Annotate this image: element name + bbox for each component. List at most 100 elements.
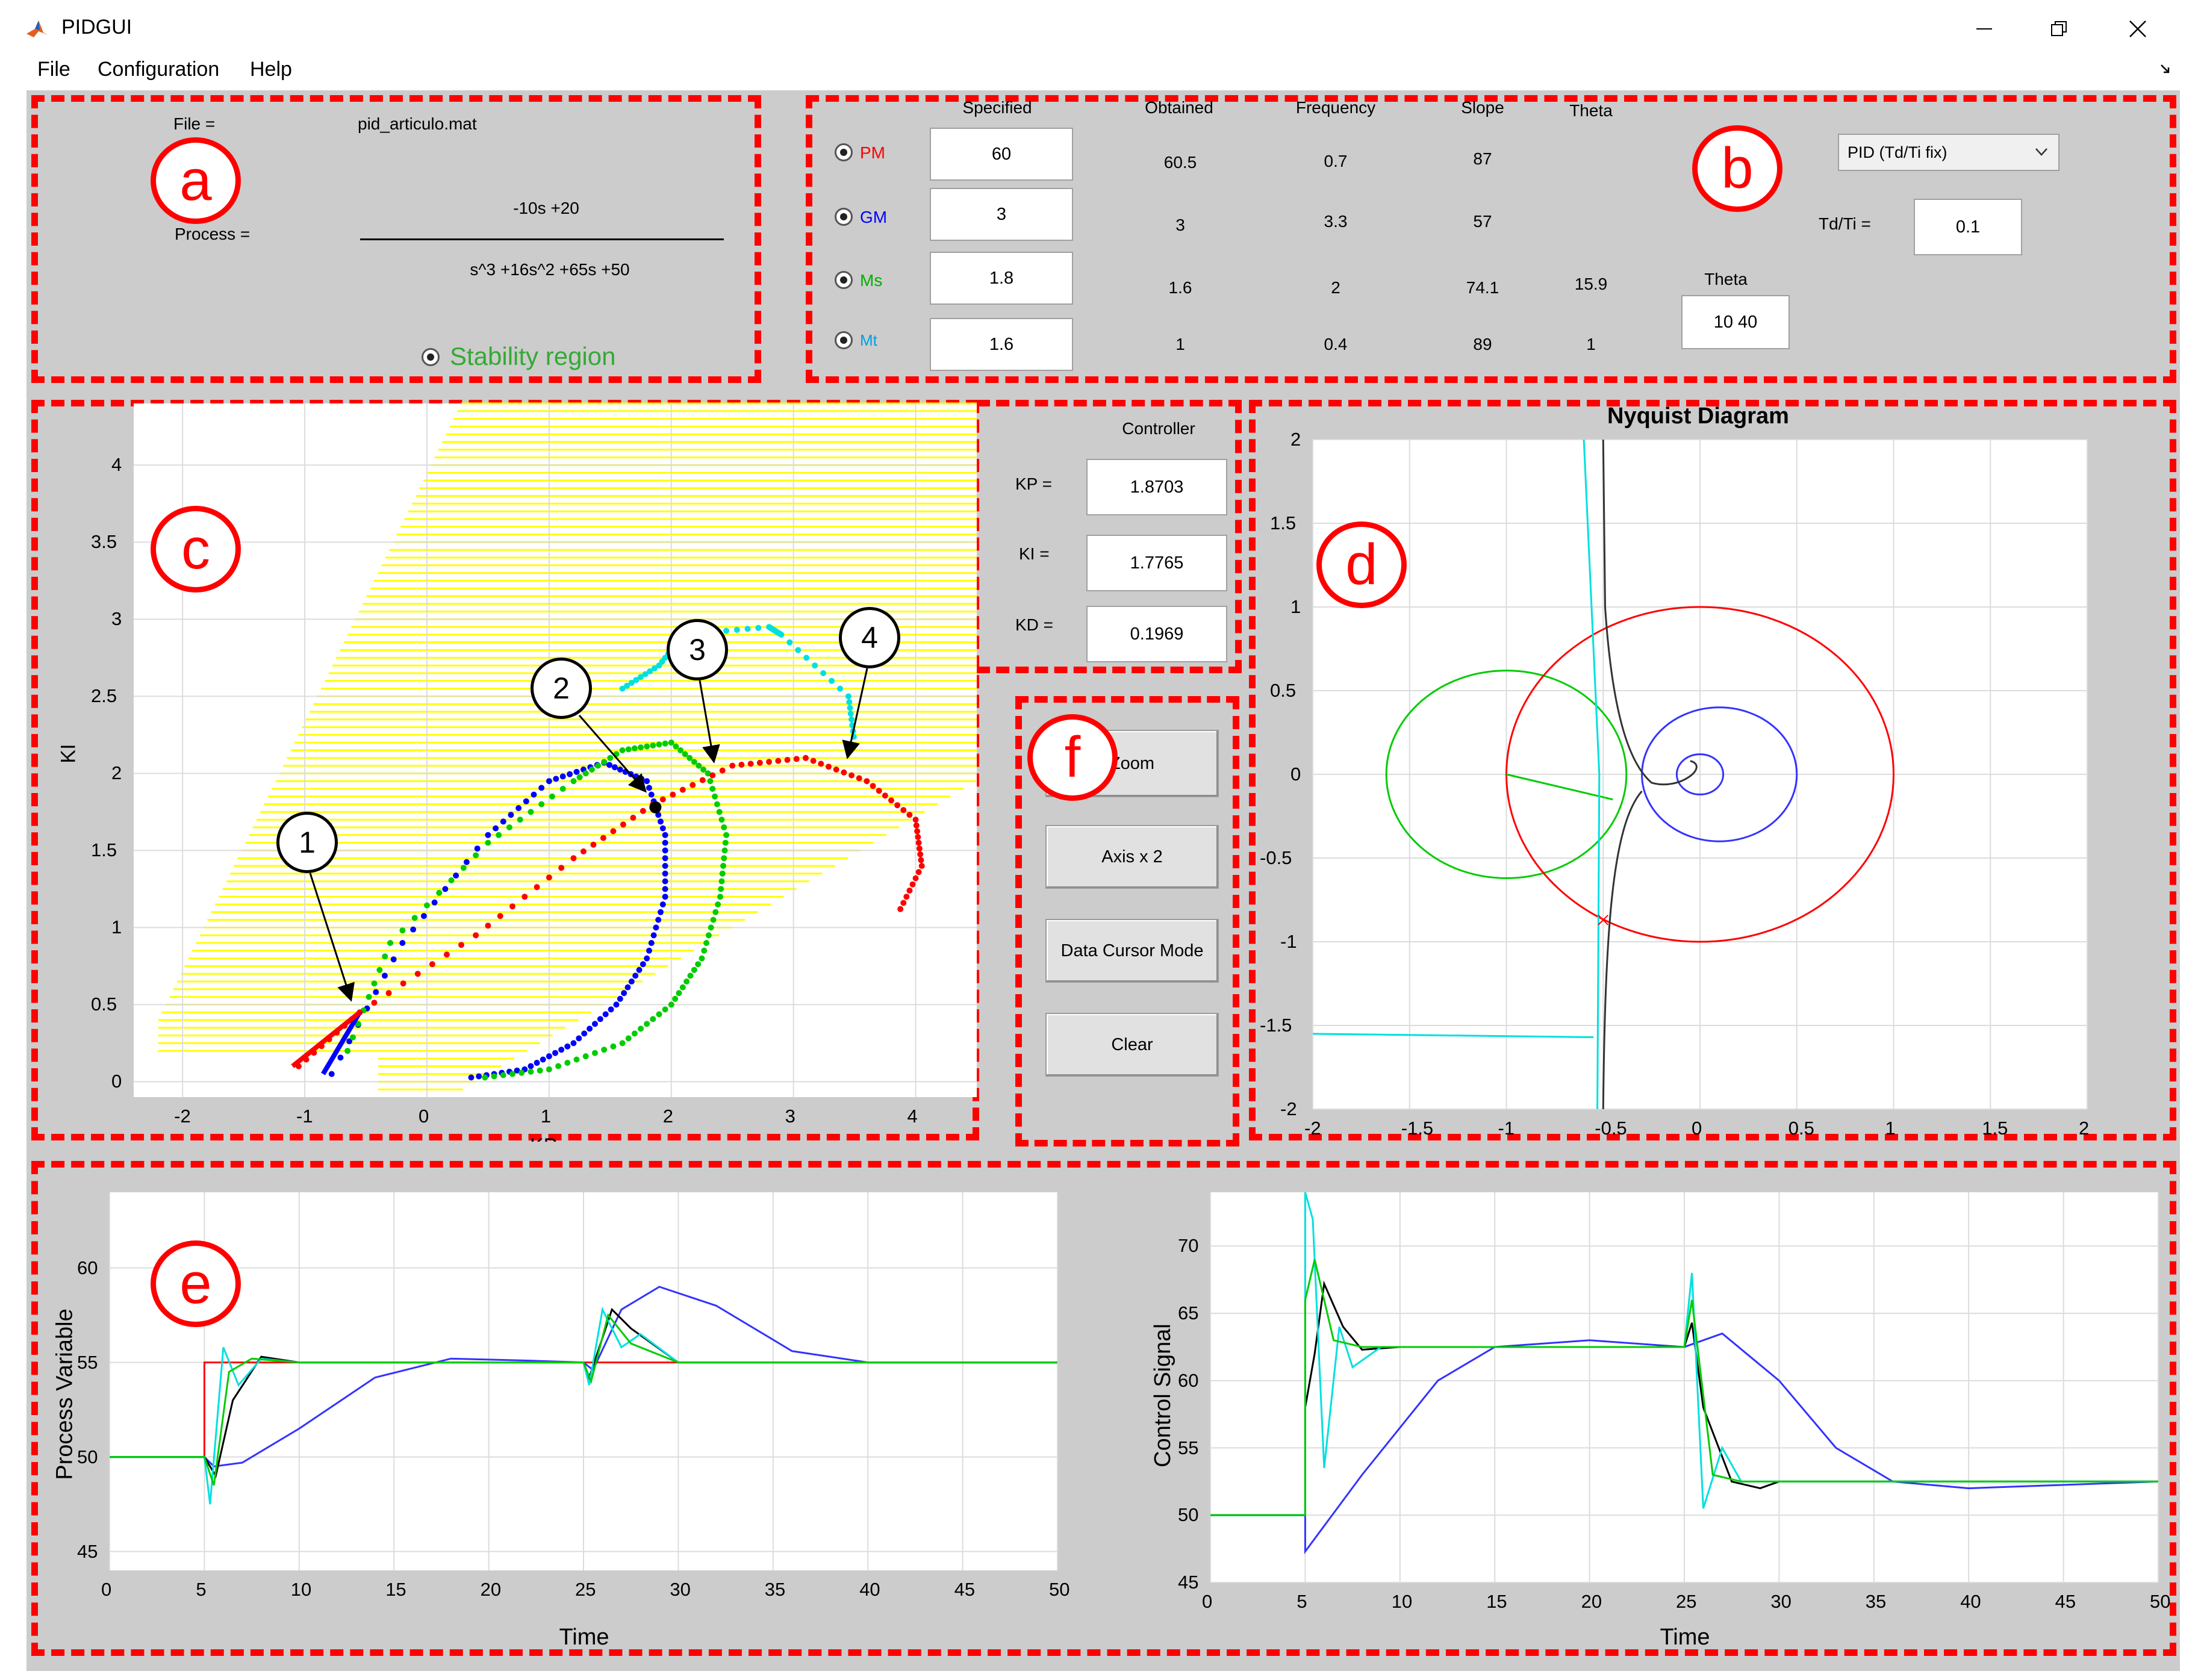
nyquist-x-tick: -1.5 xyxy=(1401,1118,1434,1139)
x-axis-label-kp: KP xyxy=(530,1134,557,1142)
control-signal-chart[interactable] xyxy=(1210,1192,2159,1583)
process-variable-x-tick: 50 xyxy=(1049,1579,1070,1600)
curve-point xyxy=(591,1050,598,1056)
curve-point xyxy=(540,1056,546,1063)
theta-field[interactable]: 10 40 xyxy=(1681,295,1790,349)
curve-point xyxy=(729,762,736,769)
curve-point xyxy=(644,778,650,785)
panel-badge-e: e xyxy=(151,1240,241,1327)
ms-slope: 74.1 xyxy=(1466,278,1499,297)
selected-controller-marker xyxy=(649,801,662,814)
curve-point xyxy=(722,839,729,846)
kd-field[interactable]: 0.1969 xyxy=(1086,606,1227,662)
curve-point xyxy=(677,747,683,753)
curve-point xyxy=(509,1071,515,1077)
curve-point xyxy=(703,940,710,946)
process-variable-chart[interactable] xyxy=(109,1192,1058,1570)
data-cursor-mode-button[interactable]: Data Cursor Mode xyxy=(1045,919,1219,983)
kp-ki-x-tick: -1 xyxy=(296,1106,313,1127)
kp-field[interactable]: 1.8703 xyxy=(1086,459,1227,515)
curve-point xyxy=(633,773,640,780)
curve-point xyxy=(344,1048,351,1054)
curve-point xyxy=(848,716,855,723)
process-variable-x-tick: 5 xyxy=(196,1579,207,1600)
curve-point xyxy=(712,793,718,800)
ms-radio[interactable] xyxy=(835,271,853,289)
menu-file[interactable]: File xyxy=(37,58,70,81)
mt-specified-field[interactable]: 1.6 xyxy=(930,318,1073,371)
curve-point xyxy=(518,1069,525,1076)
curve-point xyxy=(442,886,449,892)
gm-radio[interactable] xyxy=(835,208,853,226)
curve-point xyxy=(915,834,921,840)
mt-radio[interactable] xyxy=(835,331,853,349)
curve-point xyxy=(373,989,379,995)
undock-arrow-icon[interactable] xyxy=(2159,63,2172,76)
process-variable-x-tick: 0 xyxy=(101,1579,112,1600)
ki-field[interactable]: 1.7765 xyxy=(1086,535,1227,591)
curve-point xyxy=(655,916,662,923)
pm-specified-field[interactable]: 60 xyxy=(930,128,1073,181)
ms-specified-field[interactable]: 1.8 xyxy=(930,252,1073,305)
curve-point xyxy=(700,767,707,773)
curve-point xyxy=(786,639,793,646)
curve-point xyxy=(591,1021,598,1027)
nyquist-y-tick: 1 xyxy=(1290,596,1301,617)
curve-point xyxy=(610,1043,617,1050)
curve-point xyxy=(371,980,378,987)
ms-theta: 15.9 xyxy=(1574,275,1608,293)
curve-point xyxy=(611,764,618,771)
pm-label: PM xyxy=(860,143,885,162)
curve-point xyxy=(448,877,455,883)
control-signal-y-tick: 70 xyxy=(1178,1235,1199,1257)
menu-help[interactable]: Help xyxy=(250,58,292,81)
curve-point xyxy=(699,777,706,783)
transfer-denominator: s^3 +16s^2 +65s +50 xyxy=(470,260,630,279)
header-slope: Slope xyxy=(1461,98,1504,117)
curve-point xyxy=(658,909,664,915)
curve-point xyxy=(376,966,383,973)
curve-point xyxy=(528,1068,534,1075)
gm-specified-field[interactable]: 3 xyxy=(930,188,1073,241)
curve-point xyxy=(900,900,907,906)
curve-point xyxy=(517,817,523,823)
pm-radio[interactable] xyxy=(835,143,853,161)
close-button[interactable] xyxy=(2108,5,2168,53)
kp-ki-y-tick: 2 xyxy=(111,762,122,784)
x-axis-label-time-2: Time xyxy=(1660,1625,1710,1650)
curve-point xyxy=(631,1030,638,1037)
curve-point xyxy=(431,899,438,906)
curve-point xyxy=(784,757,791,763)
kp-ki-chart[interactable] xyxy=(134,402,977,1097)
curve-point xyxy=(718,878,725,885)
curve-point xyxy=(546,1053,552,1060)
curve-point xyxy=(590,841,597,848)
curve-point xyxy=(473,932,479,939)
menu-configuration[interactable]: Configuration xyxy=(98,58,219,81)
controller-type-select[interactable]: PID (Td/Ti fix) xyxy=(1838,134,2059,171)
nyquist-chart[interactable] xyxy=(1312,439,2088,1110)
curve-point xyxy=(601,1047,608,1053)
curve-point xyxy=(538,801,545,807)
clear-button[interactable]: Clear xyxy=(1045,1013,1219,1077)
curve-point xyxy=(712,909,719,915)
restore-button[interactable] xyxy=(2029,5,2090,53)
pm-obtained: 60.5 xyxy=(1163,153,1197,172)
stability-region-radio[interactable] xyxy=(422,348,440,366)
pm-frequency: 0.7 xyxy=(1324,152,1348,170)
kp-ki-x-tick: 0 xyxy=(418,1106,429,1127)
curve-point xyxy=(650,1016,656,1022)
minimize-button[interactable] xyxy=(1954,5,2014,53)
curve-point xyxy=(650,932,657,939)
curve-point xyxy=(837,685,844,692)
kd-label: KD = xyxy=(1015,615,1054,634)
curve-point xyxy=(820,670,827,676)
tdti-field[interactable]: 0.1 xyxy=(1914,199,2022,255)
curve-point xyxy=(555,1063,562,1069)
curve-point xyxy=(721,847,728,854)
curve-point xyxy=(619,1040,626,1047)
axis-x2-button[interactable]: Axis x 2 xyxy=(1045,825,1219,889)
curve-point xyxy=(534,1060,540,1066)
curve-point xyxy=(717,894,723,900)
curve-point xyxy=(607,754,614,761)
